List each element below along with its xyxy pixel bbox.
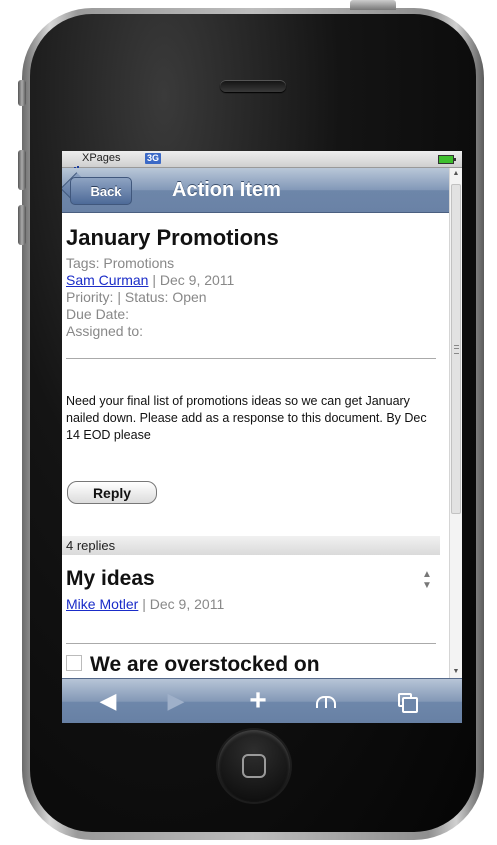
- volume-up-button: [18, 150, 26, 190]
- home-button[interactable]: [218, 730, 290, 802]
- home-square-icon: [242, 754, 266, 778]
- document-date: | Dec 9, 2011: [148, 272, 235, 288]
- document-body: Need your final list of promotions ideas…: [66, 394, 427, 442]
- document-due-date: Due Date:: [66, 306, 130, 322]
- network-badge: 3G: [145, 153, 162, 164]
- reply-button[interactable]: Reply: [67, 481, 157, 504]
- add-bookmark-icon[interactable]: +: [236, 686, 280, 716]
- back-arrow-icon[interactable]: ◀: [86, 687, 130, 715]
- pages-icon[interactable]: [398, 693, 418, 713]
- author-link[interactable]: Sam Curman: [66, 272, 148, 288]
- scroll-down-icon[interactable]: ▼: [450, 666, 462, 678]
- document-tags: Tags: Promotions: [66, 255, 175, 271]
- reply-title[interactable]: We are overstocked on: [90, 653, 320, 677]
- scrollbar[interactable]: ▲ ▼: [449, 168, 462, 678]
- scroll-up-icon[interactable]: ▲: [450, 168, 462, 180]
- reply-date: | Dec 9, 2011: [138, 596, 225, 612]
- document-assigned-to: Assigned to:: [66, 323, 144, 339]
- status-bar: XPages 3G: [62, 151, 462, 173]
- back-button[interactable]: Back: [70, 177, 132, 205]
- grip-icon: [454, 345, 459, 354]
- replies-count: 4 replies: [62, 536, 440, 555]
- expand-icon[interactable]: ▲ ▼: [422, 569, 432, 591]
- earpiece-speaker: [220, 80, 286, 92]
- battery-icon: [438, 155, 456, 164]
- page-title: Action Item: [172, 179, 281, 201]
- bookmarks-icon[interactable]: [316, 696, 336, 708]
- document-content: January Promotions Tags: Promotions Sam …: [62, 213, 449, 678]
- power-button: [350, 0, 396, 10]
- divider: [66, 358, 436, 359]
- reply-byline: Mike Motler | Dec 9, 2011: [66, 596, 224, 612]
- scroll-thumb[interactable]: [451, 184, 461, 514]
- volume-down-button: [18, 205, 26, 245]
- mute-switch: [18, 80, 26, 106]
- document-title: January Promotions: [66, 225, 279, 250]
- screen: XPages 3G Back Action Item ▲ ▼ January P…: [62, 151, 462, 723]
- navigation-bar: Back Action Item: [62, 168, 449, 213]
- document-priority-status: Priority: | Status: Open: [66, 289, 207, 305]
- reply-title[interactable]: My ideas: [66, 567, 155, 591]
- carrier-name: XPages: [82, 152, 121, 164]
- reply-checkbox[interactable]: [66, 655, 82, 671]
- divider: [66, 643, 436, 644]
- forward-arrow-icon[interactable]: ▶: [154, 687, 198, 715]
- document-byline: Sam Curman | Dec 9, 2011: [66, 272, 234, 288]
- browser-toolbar: ◀ ▶ +: [62, 678, 462, 723]
- reply-author-link[interactable]: Mike Motler: [66, 596, 138, 612]
